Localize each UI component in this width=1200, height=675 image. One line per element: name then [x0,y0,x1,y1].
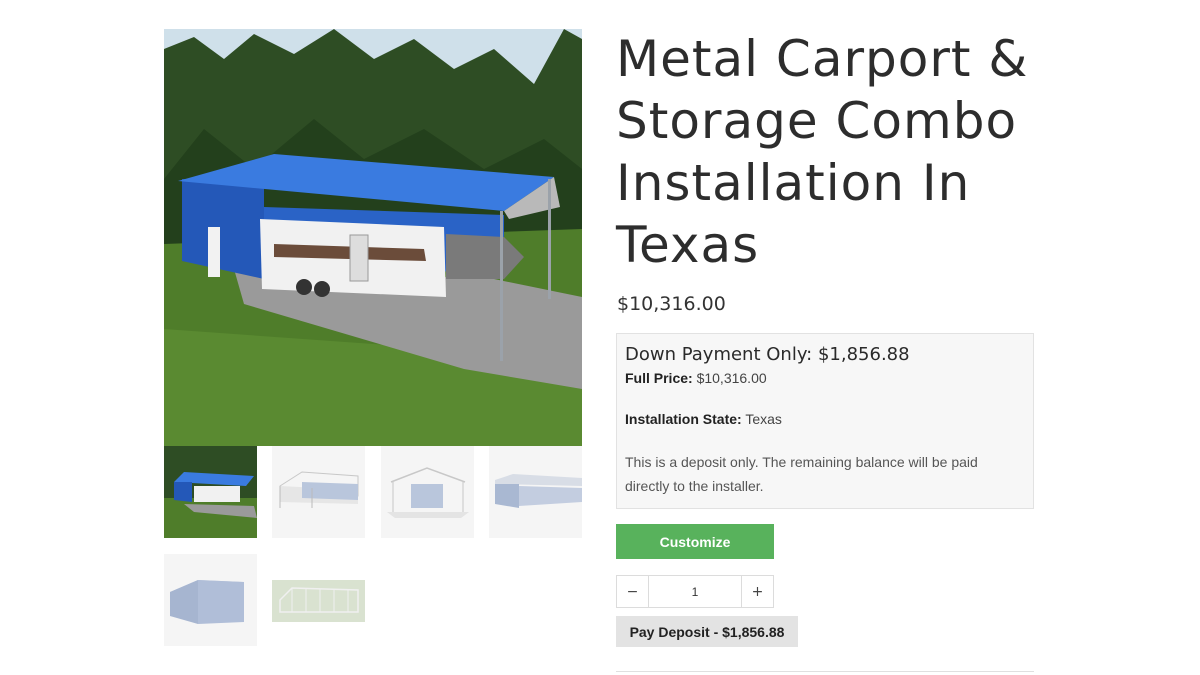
quantity-input[interactable] [649,576,741,607]
deposit-info-box: Down Payment Only: $1,856.88 Full Price:… [616,333,1034,509]
quantity-stepper: − + [616,575,774,608]
thumbnail-frame-structure-render[interactable] [272,554,365,646]
carport-photo-illustration [164,29,582,446]
carport-photo-thumbnail-illustration [164,446,257,538]
product-price: $10,316.00 [617,293,726,315]
full-price-label: Full Price: [625,370,693,386]
thumbnail-carport-side-render[interactable] [489,446,582,538]
pay-deposit-button[interactable]: Pay Deposit - $1,856.88 [616,616,798,647]
installation-state-label: Installation State: [625,411,742,427]
full-price-line: Full Price: $10,316.00 [625,368,1025,388]
installation-state-line: Installation State: Texas [625,409,1025,429]
installation-state-value: Texas [745,411,782,427]
quantity-increase-button[interactable]: + [741,576,773,607]
customize-button[interactable]: Customize [616,524,774,559]
thumbnail-carport-front-render[interactable] [381,446,474,538]
product-title: Metal Carport & Storage Combo Installati… [616,30,1029,274]
section-divider [616,671,1034,672]
carport-front-render-illustration [381,446,474,538]
thumbnail-open-carport-render[interactable] [272,446,365,538]
thumbnail-enclosed-building-render[interactable] [164,554,257,646]
carport-side-render-illustration [489,446,582,538]
frame-structure-render-illustration [272,554,365,646]
thumbnail-carport-combo-photo[interactable] [164,446,257,538]
full-price-value: $10,316.00 [696,370,767,386]
main-product-image[interactable] [164,29,582,446]
quantity-decrease-button[interactable]: − [617,576,649,607]
enclosed-building-render-illustration [164,554,257,646]
open-carport-render-illustration [272,446,365,538]
deposit-note: This is a deposit only. The remaining ba… [625,454,978,494]
down-payment-heading: Down Payment Only: $1,856.88 [625,344,910,365]
